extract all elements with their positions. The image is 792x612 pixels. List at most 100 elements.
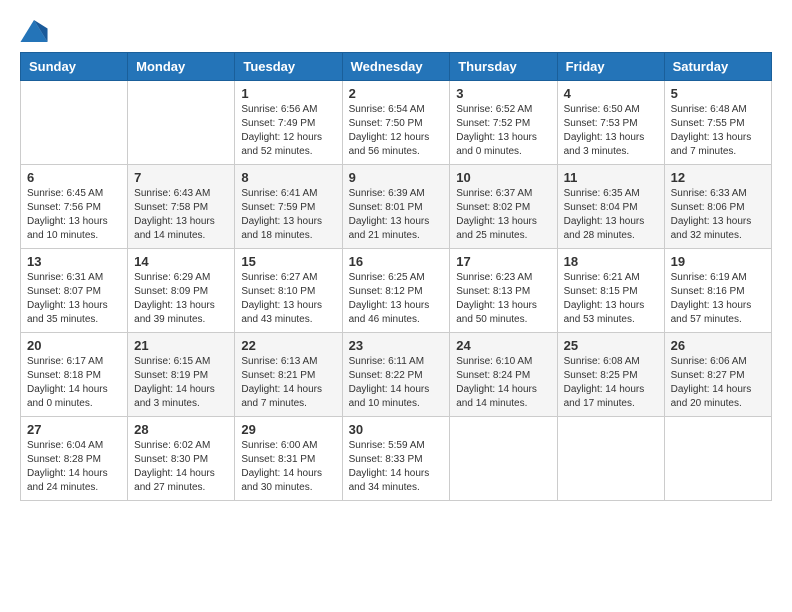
- day-info: Sunrise: 6:43 AM Sunset: 7:58 PM Dayligh…: [134, 187, 228, 243]
- day-number: 10: [456, 170, 550, 185]
- day-number: 22: [241, 338, 335, 353]
- day-number: 18: [564, 254, 658, 269]
- calendar-cell: 8Sunrise: 6:41 AM Sunset: 7:59 PM Daylig…: [235, 165, 342, 249]
- calendar-cell: 11Sunrise: 6:35 AM Sunset: 8:04 PM Dayli…: [557, 165, 664, 249]
- calendar-cell: 2 Sunrise: 6:54 AM Sunset: 7:50 PM Daylig…: [342, 81, 450, 165]
- calendar-cell: 25Sunrise: 6:08 AM Sunset: 8:25 PM Dayli…: [557, 333, 664, 417]
- calendar-cell: 23 Sunrise: 6:11 AM Sunset: 8:22 PM Dayli…: [342, 333, 450, 417]
- day-number: 26: [671, 338, 765, 353]
- day-info: Sunrise: 6:25 AM Sunset: 8:12 PM Dayligh…: [349, 271, 444, 327]
- calendar-cell: 28 Sunrise: 6:02 AM Sunset: 8:30 PM Dayli…: [128, 417, 235, 501]
- day-number: 8: [241, 170, 335, 185]
- day-info: Sunrise: 6:10 AM Sunset: 8:24 PM Dayligh…: [456, 355, 550, 411]
- calendar-cell: [450, 417, 557, 501]
- day-number: 9: [349, 170, 444, 185]
- day-number: 1: [241, 86, 335, 101]
- day-number: 13: [27, 254, 121, 269]
- day-info: Sunrise: 6:15 AM Sunset: 8:19 PM Dayligh…: [134, 355, 228, 411]
- day-number: 11: [564, 170, 658, 185]
- day-info: Sunrise: 6:45 AM Sunset: 7:56 PM Dayligh…: [27, 187, 121, 243]
- calendar-week-5: 27 Sunrise: 6:04 AM Sunset: 8:28 PM Dayli…: [21, 417, 772, 501]
- day-number: 20: [27, 338, 121, 353]
- page-header: [20, 20, 772, 42]
- day-info: Sunrise: 6:31 AM Sunset: 8:07 PM Dayligh…: [27, 271, 121, 327]
- calendar-cell: 29 Sunrise: 6:00 AM Sunset: 8:31 PM Dayli…: [235, 417, 342, 501]
- day-number: 2: [349, 86, 444, 101]
- calendar-week-4: 20 Sunrise: 6:17 AM Sunset: 8:18 PM Dayli…: [21, 333, 772, 417]
- day-info: Sunrise: 6:48 AM Sunset: 7:55 PM Dayligh…: [671, 103, 765, 159]
- day-number: 23: [349, 338, 444, 353]
- calendar-cell: [128, 81, 235, 165]
- day-number: 12: [671, 170, 765, 185]
- calendar-cell: 16 Sunrise: 6:25 AM Sunset: 8:12 PM Dayli…: [342, 249, 450, 333]
- day-number: 28: [134, 422, 228, 437]
- calendar-cell: 4 Sunrise: 6:50 AM Sunset: 7:53 PM Daylig…: [557, 81, 664, 165]
- calendar-cell: 15 Sunrise: 6:27 AM Sunset: 8:10 PM Dayli…: [235, 249, 342, 333]
- day-number: 16: [349, 254, 444, 269]
- calendar-cell: 20 Sunrise: 6:17 AM Sunset: 8:18 PM Dayli…: [21, 333, 128, 417]
- day-number: 17: [456, 254, 550, 269]
- day-info: Sunrise: 6:13 AM Sunset: 8:21 PM Dayligh…: [241, 355, 335, 411]
- weekday-header-sunday: Sunday: [21, 53, 128, 81]
- day-number: 15: [241, 254, 335, 269]
- day-info: Sunrise: 6:50 AM Sunset: 7:53 PM Dayligh…: [564, 103, 658, 159]
- logo: [20, 20, 52, 42]
- day-number: 21: [134, 338, 228, 353]
- day-number: 4: [564, 86, 658, 101]
- day-info: Sunrise: 6:23 AM Sunset: 8:13 PM Dayligh…: [456, 271, 550, 327]
- day-info: Sunrise: 6:54 AM Sunset: 7:50 PM Dayligh…: [349, 103, 444, 159]
- day-number: 27: [27, 422, 121, 437]
- calendar-cell: 22 Sunrise: 6:13 AM Sunset: 8:21 PM Dayli…: [235, 333, 342, 417]
- day-info: Sunrise: 6:06 AM Sunset: 8:27 PM Dayligh…: [671, 355, 765, 411]
- day-info: Sunrise: 6:29 AM Sunset: 8:09 PM Dayligh…: [134, 271, 228, 327]
- calendar-cell: [557, 417, 664, 501]
- calendar-cell: [21, 81, 128, 165]
- calendar-table: SundayMondayTuesdayWednesdayThursdayFrid…: [20, 52, 772, 501]
- weekday-header-tuesday: Tuesday: [235, 53, 342, 81]
- calendar-cell: 19Sunrise: 6:19 AM Sunset: 8:16 PM Dayli…: [664, 249, 771, 333]
- calendar-cell: 10 Sunrise: 6:37 AM Sunset: 8:02 PM Dayli…: [450, 165, 557, 249]
- calendar-cell: 1Sunrise: 6:56 AM Sunset: 7:49 PM Daylig…: [235, 81, 342, 165]
- day-info: Sunrise: 6:08 AM Sunset: 8:25 PM Dayligh…: [564, 355, 658, 411]
- calendar-cell: 3Sunrise: 6:52 AM Sunset: 7:52 PM Daylig…: [450, 81, 557, 165]
- day-info: Sunrise: 6:39 AM Sunset: 8:01 PM Dayligh…: [349, 187, 444, 243]
- calendar-cell: [664, 417, 771, 501]
- day-number: 29: [241, 422, 335, 437]
- day-info: Sunrise: 6:11 AM Sunset: 8:22 PM Dayligh…: [349, 355, 444, 411]
- calendar-cell: 14 Sunrise: 6:29 AM Sunset: 8:09 PM Dayli…: [128, 249, 235, 333]
- day-info: Sunrise: 6:37 AM Sunset: 8:02 PM Dayligh…: [456, 187, 550, 243]
- day-info: Sunrise: 6:52 AM Sunset: 7:52 PM Dayligh…: [456, 103, 550, 159]
- weekday-header-wednesday: Wednesday: [342, 53, 450, 81]
- day-info: Sunrise: 6:21 AM Sunset: 8:15 PM Dayligh…: [564, 271, 658, 327]
- calendar-cell: 7 Sunrise: 6:43 AM Sunset: 7:58 PM Daylig…: [128, 165, 235, 249]
- weekday-header-thursday: Thursday: [450, 53, 557, 81]
- calendar-cell: 21 Sunrise: 6:15 AM Sunset: 8:19 PM Dayli…: [128, 333, 235, 417]
- day-number: 24: [456, 338, 550, 353]
- calendar-week-3: 13 Sunrise: 6:31 AM Sunset: 8:07 PM Dayli…: [21, 249, 772, 333]
- weekday-header-saturday: Saturday: [664, 53, 771, 81]
- calendar-cell: 18 Sunrise: 6:21 AM Sunset: 8:15 PM Dayli…: [557, 249, 664, 333]
- calendar-cell: 30Sunrise: 5:59 AM Sunset: 8:33 PM Dayli…: [342, 417, 450, 501]
- day-number: 19: [671, 254, 765, 269]
- weekday-header-monday: Monday: [128, 53, 235, 81]
- calendar-cell: 17 Sunrise: 6:23 AM Sunset: 8:13 PM Dayli…: [450, 249, 557, 333]
- day-info: Sunrise: 6:17 AM Sunset: 8:18 PM Dayligh…: [27, 355, 121, 411]
- weekday-header-row: SundayMondayTuesdayWednesdayThursdayFrid…: [21, 53, 772, 81]
- day-number: 14: [134, 254, 228, 269]
- calendar-cell: 24 Sunrise: 6:10 AM Sunset: 8:24 PM Dayli…: [450, 333, 557, 417]
- day-number: 7: [134, 170, 228, 185]
- day-info: Sunrise: 6:33 AM Sunset: 8:06 PM Dayligh…: [671, 187, 765, 243]
- day-info: Sunrise: 5:59 AM Sunset: 8:33 PM Dayligh…: [349, 439, 444, 495]
- day-info: Sunrise: 6:27 AM Sunset: 8:10 PM Dayligh…: [241, 271, 335, 327]
- day-info: Sunrise: 6:02 AM Sunset: 8:30 PM Dayligh…: [134, 439, 228, 495]
- calendar-cell: 9 Sunrise: 6:39 AM Sunset: 8:01 PM Daylig…: [342, 165, 450, 249]
- day-info: Sunrise: 6:04 AM Sunset: 8:28 PM Dayligh…: [27, 439, 121, 495]
- day-number: 5: [671, 86, 765, 101]
- calendar-cell: 12 Sunrise: 6:33 AM Sunset: 8:06 PM Dayli…: [664, 165, 771, 249]
- calendar-cell: 13 Sunrise: 6:31 AM Sunset: 8:07 PM Dayli…: [21, 249, 128, 333]
- day-info: Sunrise: 6:00 AM Sunset: 8:31 PM Dayligh…: [241, 439, 335, 495]
- day-number: 6: [27, 170, 121, 185]
- calendar-cell: 6 Sunrise: 6:45 AM Sunset: 7:56 PM Daylig…: [21, 165, 128, 249]
- calendar-cell: 27 Sunrise: 6:04 AM Sunset: 8:28 PM Dayli…: [21, 417, 128, 501]
- calendar-cell: 26 Sunrise: 6:06 AM Sunset: 8:27 PM Dayli…: [664, 333, 771, 417]
